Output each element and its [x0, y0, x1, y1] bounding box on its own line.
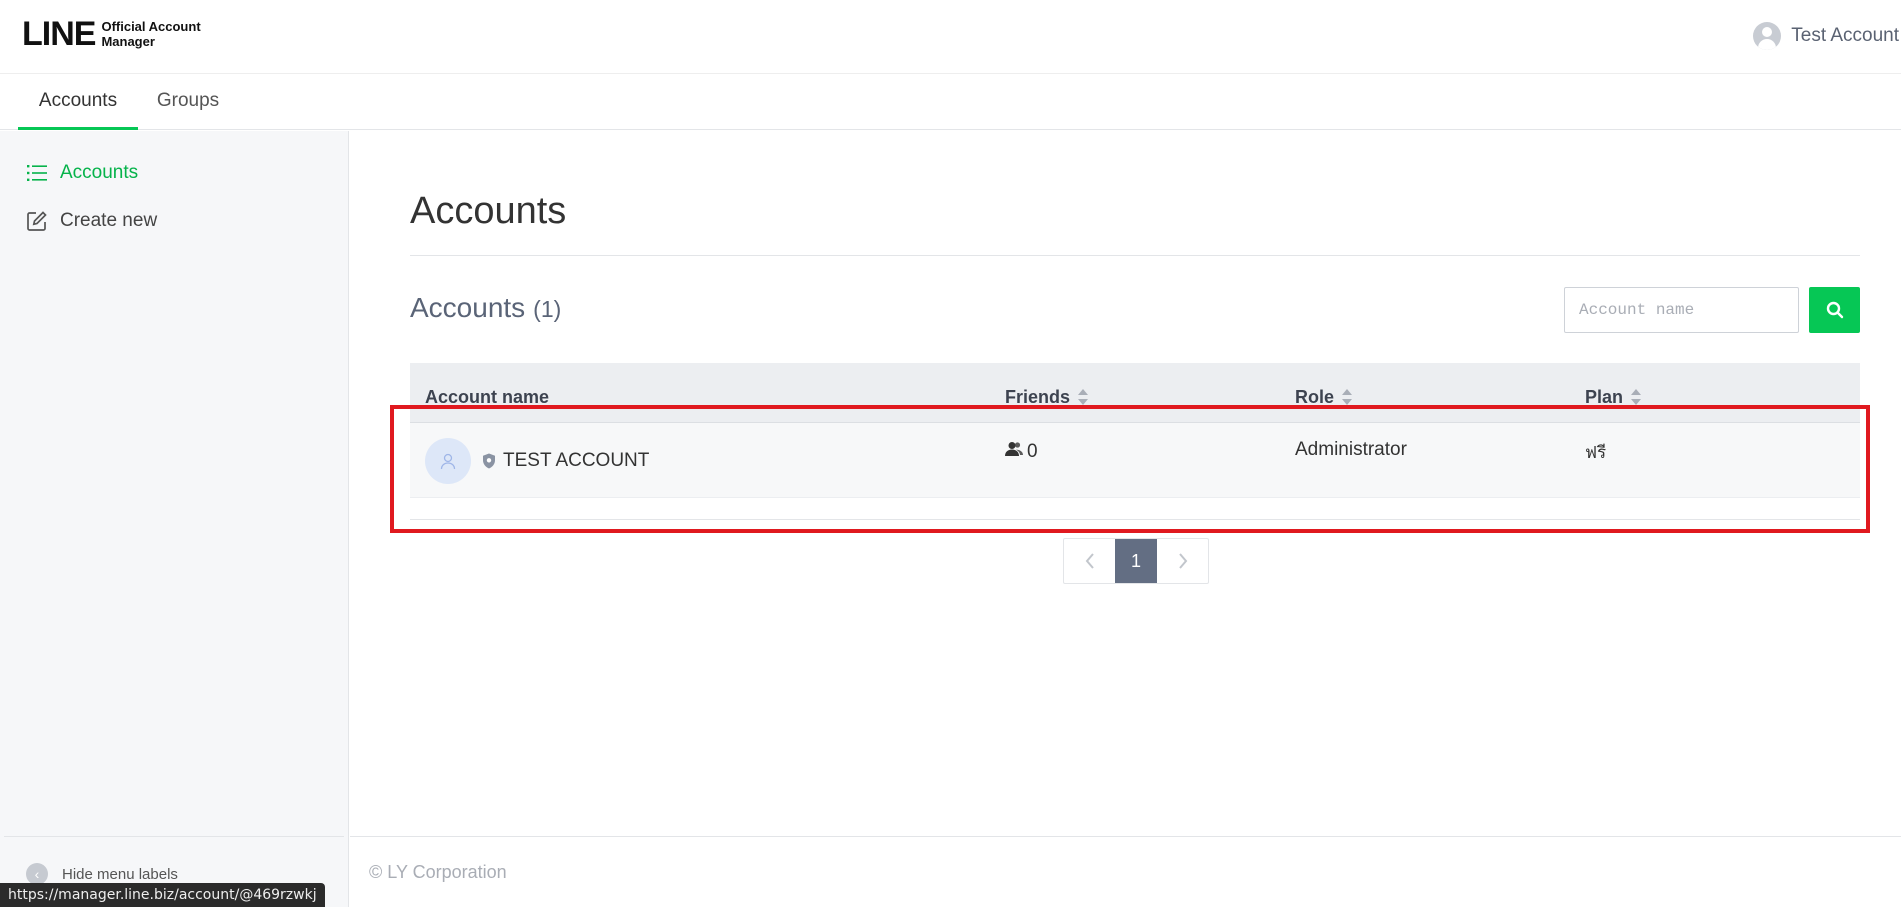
accounts-table: Account name Friends Role Plan TEST ACCO… — [410, 363, 1860, 520]
cell-friends: 0 — [1005, 423, 1038, 498]
cell-role: Administrator — [1295, 439, 1407, 460]
friends-count: 0 — [1027, 441, 1038, 462]
top-tabs: Accounts Groups — [0, 74, 1901, 130]
logo-subtitle-line2: Manager — [101, 34, 155, 49]
chevron-right-icon — [1178, 553, 1187, 569]
table-row[interactable]: TEST ACCOUNT 0 Administrator ฟรี — [410, 423, 1860, 498]
column-header-role[interactable]: Role — [1295, 363, 1353, 423]
page-title: Accounts — [410, 190, 567, 232]
user-avatar-icon — [1753, 22, 1782, 50]
sidebar-item-create-new[interactable]: Create new — [26, 210, 157, 232]
sidebar-item-label: Accounts — [60, 162, 139, 183]
previous-page-button[interactable] — [1064, 539, 1115, 583]
pagination: 1 — [1063, 538, 1209, 584]
sidebar-item-label: Create new — [60, 210, 158, 231]
sort-icon — [1342, 389, 1353, 405]
sidebar-item-accounts[interactable]: Accounts — [26, 162, 138, 184]
account-avatar-icon — [425, 437, 471, 484]
account-search-input[interactable] — [1564, 287, 1799, 333]
next-page-button[interactable] — [1157, 539, 1208, 583]
sort-icon — [1078, 389, 1089, 405]
chevron-left-icon: ‹ — [26, 863, 48, 885]
search-icon — [1826, 301, 1844, 319]
tab-accounts[interactable]: Accounts — [18, 74, 138, 130]
column-label: Plan — [1585, 387, 1624, 407]
friends-icon — [1005, 441, 1023, 457]
column-header-plan[interactable]: Plan — [1585, 363, 1642, 423]
search-button[interactable] — [1809, 287, 1860, 333]
section-title-label: Accounts — [410, 292, 526, 323]
edit-icon — [26, 210, 48, 232]
account-count: (1) — [533, 296, 562, 322]
hide-menu-labels-label: Hide menu labels — [62, 865, 178, 883]
title-divider — [410, 255, 1860, 256]
logo-wordmark: LINE — [22, 15, 96, 53]
user-name: Test Account — [1791, 25, 1899, 46]
table-header: Account name Friends Role Plan — [410, 363, 1860, 423]
table-bottom-divider — [410, 498, 1860, 520]
page-1-button[interactable]: 1 — [1115, 539, 1157, 583]
column-header-account-name: Account name — [425, 363, 549, 423]
tab-groups[interactable]: Groups — [146, 74, 230, 130]
section-title: Accounts (1) — [410, 292, 561, 324]
column-label: Role — [1295, 387, 1335, 407]
column-header-friends[interactable]: Friends — [1005, 363, 1089, 423]
shield-icon — [482, 453, 496, 469]
footer-copyright: © LY Corporation — [369, 862, 507, 882]
status-bar-url: https://manager.line.biz/account/@469rzw… — [0, 883, 325, 907]
logo-subtitle: Official Account Manager — [101, 19, 200, 49]
sidebar-divider — [4, 836, 344, 837]
chevron-left-icon — [1085, 553, 1094, 569]
cell-plan: ฟรี — [1585, 443, 1607, 463]
list-icon — [26, 162, 48, 184]
line-oa-manager-logo[interactable]: LINE Official Account Manager — [22, 16, 201, 52]
footer-divider — [350, 836, 1901, 837]
cell-account-name: TEST ACCOUNT — [425, 423, 649, 498]
account-name: TEST ACCOUNT — [503, 449, 650, 471]
sort-icon — [1631, 389, 1642, 405]
sidebar: Accounts Create new ‹ Hide menu labels — [0, 131, 349, 907]
column-label: Friends — [1005, 387, 1071, 407]
app-header: LINE Official Account Manager Test Accou… — [0, 0, 1901, 74]
hide-menu-labels-button[interactable]: ‹ Hide menu labels — [26, 863, 178, 885]
logo-subtitle-line1: Official Account — [101, 19, 201, 34]
column-label: Account name — [425, 387, 550, 407]
user-menu[interactable]: Test Account — [1753, 22, 1899, 50]
